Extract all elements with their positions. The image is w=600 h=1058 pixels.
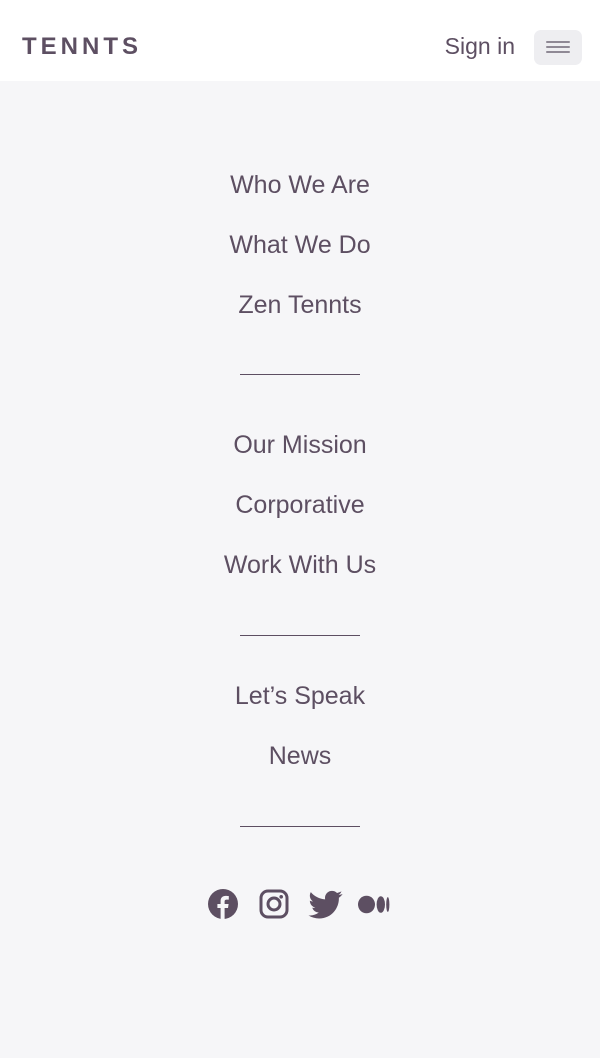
nav-link-corporative[interactable]: Corporative	[0, 488, 600, 522]
sign-in-link[interactable]: Sign in	[445, 30, 515, 62]
facebook-link[interactable]	[206, 887, 240, 921]
nav-divider	[240, 374, 360, 375]
nav-divider	[240, 635, 360, 636]
medium-icon	[357, 887, 391, 921]
twitter-icon	[308, 887, 343, 921]
menu-button[interactable]	[534, 30, 582, 65]
nav-divider	[240, 826, 360, 827]
facebook-icon	[206, 887, 240, 921]
tennts-logo[interactable]: TENNTS	[22, 33, 142, 61]
nav-link-news[interactable]: News	[0, 739, 600, 773]
nav-link-what-we-do[interactable]: What We Do	[0, 228, 600, 262]
twitter-link[interactable]	[308, 887, 343, 921]
instagram-link[interactable]	[257, 887, 291, 921]
site-header: TENNTS Sign in	[0, 0, 600, 81]
nav-link-who-we-are[interactable]: Who We Are	[0, 168, 600, 202]
nav-link-lets-speak[interactable]: Let’s Speak	[0, 679, 600, 713]
instagram-icon	[257, 887, 291, 921]
nav-link-our-mission[interactable]: Our Mission	[0, 428, 600, 462]
medium-link[interactable]	[357, 887, 391, 921]
nav-link-work-with-us[interactable]: Work With Us	[0, 548, 600, 582]
nav-link-zen-tennts[interactable]: Zen Tennts	[0, 288, 600, 322]
